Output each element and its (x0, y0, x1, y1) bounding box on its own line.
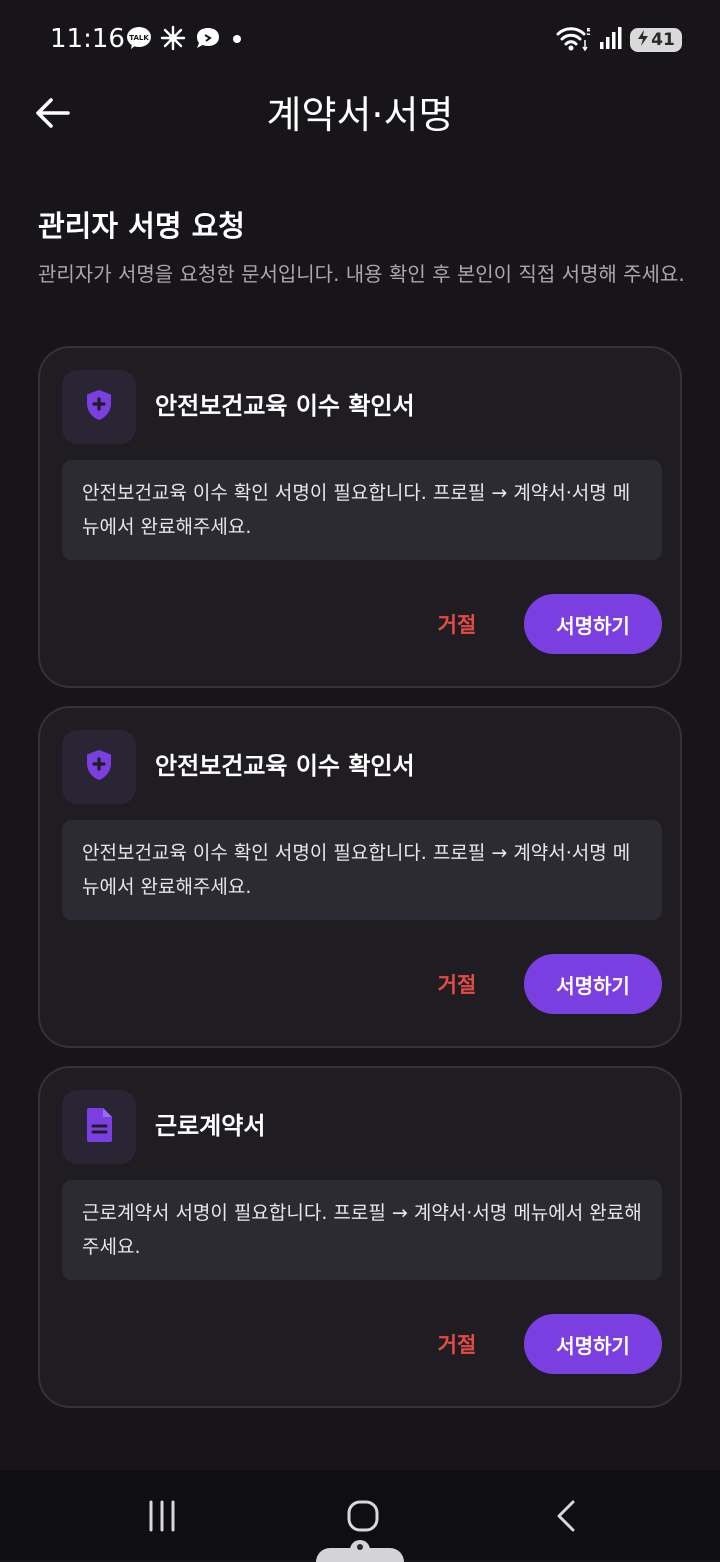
chat-bubble-icon (194, 26, 222, 54)
arrow-left-icon (35, 97, 71, 133)
battery-level: 41 (651, 30, 675, 50)
reject-button[interactable]: 거절 (422, 1314, 492, 1374)
document-icon (84, 1107, 114, 1147)
status-time: 11:16 (50, 24, 125, 54)
recent-apps-icon (145, 1499, 179, 1537)
signature-request-card: 안전보건교육 이수 확인서 안전보건교육 이수 확인 서명이 필요합니다. 프로… (38, 706, 682, 1048)
sign-button[interactable]: 서명하기 (524, 1314, 662, 1374)
signature-request-card: 근로계약서 근로계약서 서명이 필요합니다. 프로필 → 계약서·서명 메뉴에서… (38, 1066, 682, 1408)
page-title: 계약서·서명 (266, 93, 454, 137)
card-title: 안전보건교육 이수 확인서 (155, 392, 415, 420)
home-icon (346, 1499, 380, 1537)
kakaotalk-icon: TALK (126, 26, 152, 54)
gesture-handle-dot (350, 1540, 370, 1560)
reject-button[interactable]: 거절 (422, 954, 492, 1014)
shield-plus-icon (84, 748, 114, 786)
app-header: 계약서·서명 (0, 78, 720, 152)
signature-request-card: 안전보건교육 이수 확인서 안전보건교육 이수 확인 서명이 필요합니다. 프로… (38, 346, 682, 688)
svg-text:TALK: TALK (129, 34, 149, 42)
card-message: 근로계약서 서명이 필요합니다. 프로필 → 계약서·서명 메뉴에서 완료해주세… (62, 1180, 662, 1280)
sparkle-icon (160, 25, 186, 55)
card-title: 안전보건교육 이수 확인서 (155, 752, 415, 780)
sign-button[interactable]: 서명하기 (524, 954, 662, 1014)
card-icon-box (62, 370, 136, 444)
card-title: 근로계약서 (155, 1112, 266, 1140)
section-title: 관리자 서명 요청 (38, 209, 245, 243)
system-back-button[interactable] (536, 1488, 596, 1548)
svg-text:5: 5 (586, 27, 590, 38)
home-button[interactable] (333, 1488, 393, 1548)
shield-plus-icon (84, 388, 114, 426)
charging-bolt-icon (637, 29, 649, 51)
reject-button[interactable]: 거절 (422, 594, 492, 654)
signal-icon (598, 25, 622, 55)
notification-icons: TALK (126, 25, 244, 55)
back-button[interactable] (28, 90, 78, 140)
wifi-icon: 5 (556, 24, 593, 56)
notification-dot-icon (230, 31, 244, 50)
system-icons: 5 41 (556, 24, 682, 56)
status-bar: 11:16 TALK 5 41 (0, 0, 720, 78)
section-description: 관리자가 서명을 요청한 문서입니다. 내용 확인 후 본인이 직접 서명해 주… (38, 262, 685, 286)
recent-apps-button[interactable] (132, 1488, 192, 1548)
card-message: 안전보건교육 이수 확인 서명이 필요합니다. 프로필 → 계약서·서명 메뉴에… (62, 820, 662, 920)
card-message: 안전보건교육 이수 확인 서명이 필요합니다. 프로필 → 계약서·서명 메뉴에… (62, 460, 662, 560)
card-icon-box (62, 730, 136, 804)
sign-button[interactable]: 서명하기 (524, 594, 662, 654)
chevron-left-icon (551, 1499, 581, 1537)
battery-indicator: 41 (630, 28, 682, 52)
card-icon-box (62, 1090, 136, 1164)
